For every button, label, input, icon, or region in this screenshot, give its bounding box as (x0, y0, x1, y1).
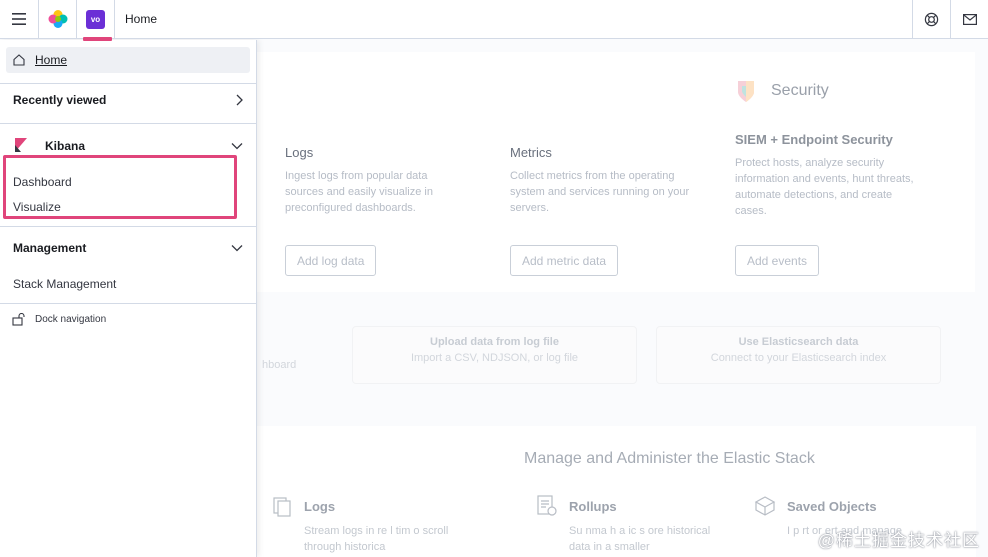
nav-home-label: Home (35, 53, 68, 67)
nav-link-stack-management[interactable]: Stack Management (13, 277, 116, 291)
space-avatar: vo (86, 9, 105, 29)
siem-card-title: SIEM + Endpoint Security (735, 132, 893, 147)
nav-divider (0, 123, 256, 124)
security-heading: Security (733, 78, 829, 104)
upload-file-desc: Import a CSV, NDJSON, or log file (410, 352, 579, 364)
es-data-desc: Connect to your Elasticsearch index (710, 352, 887, 364)
metrics-card: Metrics Collect metrics from the operati… (510, 145, 690, 216)
saved-objects-title: Saved Objects (787, 498, 877, 514)
logs-card: Logs Ingest logs from popular data sourc… (285, 145, 465, 216)
chevron-down-icon (231, 245, 243, 252)
space-selector[interactable]: vo (77, 0, 115, 41)
recently-viewed-section[interactable]: Recently viewed (0, 85, 256, 115)
nav-divider (0, 303, 256, 304)
sample-data-partial-text: hboard (262, 359, 297, 371)
logs-card-desc: Ingest logs from popular data sources an… (285, 170, 433, 214)
es-data-card[interactable]: Use Elasticsearch data Connect to your E… (656, 326, 941, 384)
kibana-logo-icon (15, 138, 27, 152)
space-highlight-underline (83, 36, 112, 41)
elastic-logo-icon (48, 10, 67, 28)
management-section[interactable]: Management (0, 233, 256, 263)
saved-objects-app-icon (754, 496, 776, 516)
hamburger-icon (12, 13, 26, 25)
manage-logs-item[interactable]: Logs Stream logs in re l tim o scroll th… (270, 495, 454, 555)
dock-navigation-label: Dock navigation (35, 314, 107, 325)
collapsible-nav: Home Recently viewed Kibana Dashboard Vi… (0, 40, 257, 557)
manage-title: Manage and Administer the Elastic Stack (524, 450, 815, 467)
breadcrumb-home: Home (125, 12, 158, 26)
logs-app-icon (273, 497, 291, 517)
es-data-title: Use Elasticsearch data (738, 336, 859, 348)
upload-file-card[interactable]: Upload data from log file Import a CSV, … (352, 326, 637, 384)
watermark-text: @稀土掘金技术社区 (817, 531, 980, 550)
rollups-app-icon (537, 495, 557, 516)
metrics-card-desc: Collect metrics from the operating syste… (510, 170, 690, 214)
rollups-desc: Su nma h a ic s ore historical data in a… (569, 525, 711, 553)
annotation-highlight-box (3, 155, 237, 219)
add-events-button[interactable]: Add events (735, 245, 820, 276)
recently-viewed-label: Recently viewed (13, 93, 107, 107)
nav-divider (0, 83, 256, 84)
siem-card: SIEM + Endpoint Security Protect hosts, … (735, 132, 915, 219)
top-header: vo Home (0, 0, 988, 41)
security-title: Security (771, 82, 829, 99)
rollups-title: Rollups (569, 498, 617, 514)
rollups-item[interactable]: Rollups Su nma h a ic s ore historical d… (535, 495, 719, 555)
newsfeed-button[interactable] (950, 0, 988, 39)
management-label: Management (13, 241, 87, 255)
help-menu-button[interactable] (912, 0, 950, 39)
manage-logs-desc: Stream logs in re l tim o scroll through… (304, 525, 449, 553)
siem-card-desc: Protect hosts, analyze security informat… (735, 157, 914, 217)
chevron-down-icon (231, 143, 243, 150)
upload-file-title: Upload data from log file (430, 336, 559, 348)
mail-icon (962, 13, 977, 25)
nav-divider (0, 226, 256, 227)
dock-navigation-button[interactable]: Dock navigation (12, 313, 106, 326)
chevron-right-icon (236, 94, 243, 106)
help-lifebuoy-icon (924, 12, 939, 26)
add-metric-data-button[interactable]: Add metric data (510, 245, 619, 276)
security-logo-icon (738, 81, 754, 102)
manage-logs-title: Logs (304, 498, 336, 514)
menu-toggle-button[interactable] (0, 0, 39, 39)
nav-home-link[interactable]: Home (6, 47, 250, 73)
home-icon (13, 54, 25, 66)
elastic-logo-link[interactable] (39, 0, 77, 39)
logs-card-title: Logs (285, 145, 314, 160)
add-log-data-button[interactable]: Add log data (285, 245, 377, 276)
kibana-label: Kibana (45, 139, 86, 153)
lock-open-icon (12, 313, 25, 326)
metrics-card-title: Metrics (510, 145, 552, 160)
